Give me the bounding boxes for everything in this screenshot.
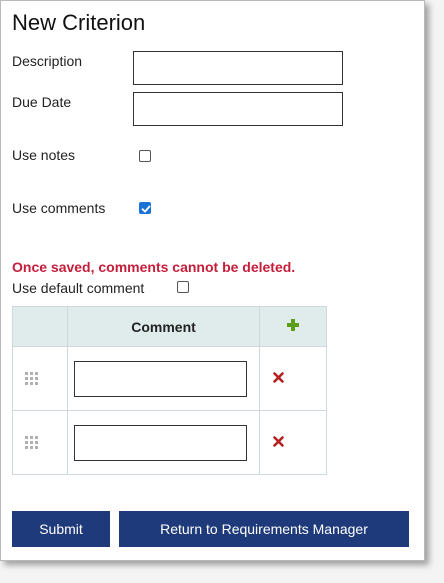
use-notes-label: Use notes <box>12 147 76 163</box>
table-row <box>12 346 327 411</box>
drag-cell <box>12 346 68 411</box>
use-default-comment-checkbox[interactable] <box>177 281 189 293</box>
warning-message: Once saved, comments cannot be deleted. <box>12 259 296 275</box>
page-title: New Criterion <box>12 10 146 35</box>
comment-input[interactable] <box>74 424 247 461</box>
table-header-row: Comment <box>12 306 327 347</box>
use-default-comment-label: Use default comment <box>12 280 145 296</box>
close-icon <box>272 435 284 447</box>
comment-input[interactable] <box>74 360 247 397</box>
drag-cell <box>12 410 68 475</box>
drag-column-header <box>12 306 68 347</box>
comment-cell <box>67 346 260 411</box>
due-date-field[interactable] <box>133 92 343 126</box>
due-date-label: Due Date <box>12 94 72 110</box>
new-criterion-panel: New Criterion Description Due Date Use n… <box>0 0 425 561</box>
submit-button[interactable]: Submit <box>12 511 110 547</box>
delete-cell <box>259 346 327 411</box>
delete-comment-button[interactable] <box>272 434 284 452</box>
close-icon <box>272 371 284 383</box>
add-column-header <box>259 306 327 347</box>
table-row <box>12 410 327 475</box>
check-icon <box>141 205 151 213</box>
plus-icon <box>287 319 299 331</box>
add-comment-button[interactable] <box>286 318 300 335</box>
comment-column-header: Comment <box>67 306 260 347</box>
delete-cell <box>259 410 327 475</box>
drag-handle-icon[interactable] <box>25 436 38 449</box>
use-comments-checkbox[interactable] <box>139 202 151 214</box>
return-to-requirements-manager-button[interactable]: Return to Requirements Manager <box>119 511 409 547</box>
drag-handle-icon[interactable] <box>25 372 38 385</box>
description-label: Description <box>12 53 83 69</box>
delete-comment-button[interactable] <box>272 370 284 388</box>
use-notes-checkbox[interactable] <box>139 150 151 162</box>
comment-cell <box>67 410 260 475</box>
use-comments-label: Use comments <box>12 200 106 216</box>
comments-table: Comment <box>12 306 327 475</box>
description-field[interactable] <box>133 51 343 85</box>
